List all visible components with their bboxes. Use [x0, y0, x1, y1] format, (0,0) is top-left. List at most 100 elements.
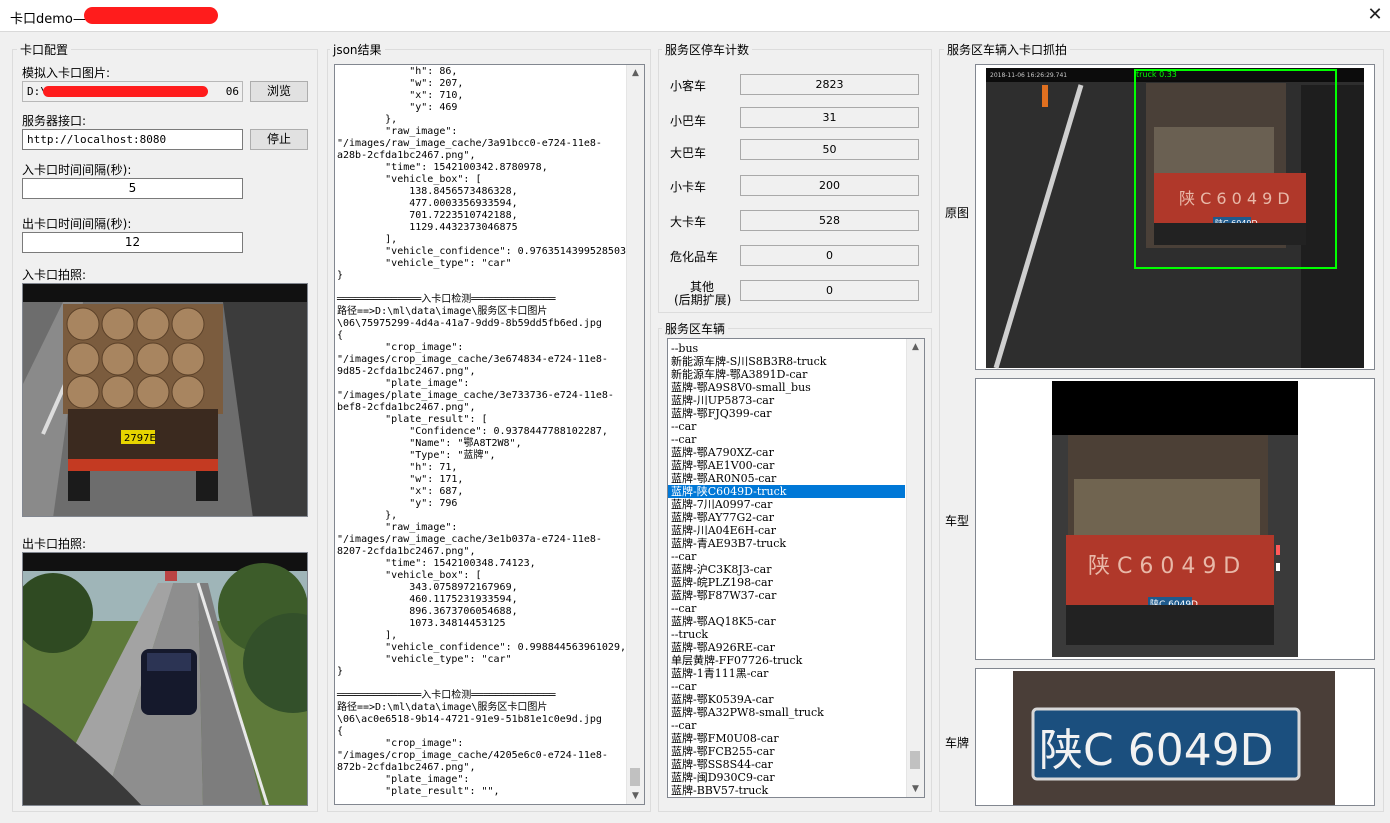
list-item[interactable]: 蓝牌-鄂F87W37-car: [668, 589, 924, 602]
list-item[interactable]: 单层黄牌-FF07726-truck: [668, 654, 924, 667]
list-item[interactable]: 蓝牌-鄂AY77G2-car: [668, 511, 924, 524]
list-item[interactable]: --car: [668, 433, 924, 446]
list-item[interactable]: 蓝牌-鄂FM0U08-car: [668, 732, 924, 745]
list-item[interactable]: --truck: [668, 628, 924, 641]
sim-image-label: 模拟入卡口图片:: [22, 66, 111, 80]
out-photo-label: 出卡口拍照:: [22, 537, 87, 551]
out-photo: [22, 552, 308, 806]
close-icon[interactable]: ✕: [1362, 2, 1388, 28]
stop-button[interactable]: 停止: [250, 129, 308, 150]
list-item[interactable]: --bus: [668, 342, 924, 355]
scroll-down-icon[interactable]: ▼: [907, 781, 924, 797]
parking-group-label: 服务区停车计数: [662, 41, 753, 58]
sim-image-tail: 06: [225, 85, 239, 98]
vehicle-crop-image: 陕 C 6 0 4 9 D 陕C 6049D: [975, 378, 1375, 660]
original-label: 原图: [945, 206, 970, 220]
count-small-car: 2823: [740, 74, 919, 95]
json-scroll-thumb[interactable]: [630, 768, 640, 786]
count-label-small-truck: 小卡车: [670, 180, 707, 194]
original-image: 2018-11-06 16:26:29.741 陕 C 6 0 4 9 D 陕C…: [975, 64, 1375, 370]
list-item[interactable]: 蓝牌-BBV57-truck: [668, 784, 924, 797]
list-item[interactable]: 蓝牌-鄂AQ18K5-car: [668, 615, 924, 628]
list-item[interactable]: 蓝牌-7川A0997-car: [668, 498, 924, 511]
count-label-other-note: (后期扩展): [674, 293, 732, 307]
list-item-selected[interactable]: 蓝牌-陕C6049D-truck: [668, 485, 905, 498]
plate-text: 陕C 6049D: [1039, 725, 1274, 776]
crop-cargo-text: 陕 C 6 0 4 9 D: [1088, 554, 1240, 579]
scroll-up-icon[interactable]: ▲: [627, 65, 644, 81]
capture-group-label: 服务区车辆入卡口抓拍: [944, 41, 1071, 58]
count-bus: 50: [740, 139, 919, 160]
json-group-label: json结果: [330, 41, 385, 58]
vehicles-group-label: 服务区车辆: [662, 320, 729, 337]
list-item[interactable]: 蓝牌-青AE93B7-truck: [668, 537, 924, 550]
vehicle-crop-svg: 陕 C 6 0 4 9 D 陕C 6049D: [976, 379, 1374, 659]
in-photo-plate: 2797E: [124, 433, 156, 444]
redaction-mark: [84, 7, 218, 24]
list-item[interactable]: 蓝牌-皖PLZ198-car: [668, 576, 924, 589]
list-item[interactable]: 新能源车牌-S川S8B3R8-truck: [668, 355, 924, 368]
plate-image: 陕C 6049D: [975, 668, 1375, 806]
list-item[interactable]: 新能源车牌-鄂A3891D-car: [668, 368, 924, 381]
list-item[interactable]: 蓝牌-沪C3K8J3-car: [668, 563, 924, 576]
count-small-truck: 200: [740, 175, 919, 196]
list-item[interactable]: --car: [668, 550, 924, 563]
list-item[interactable]: 蓝牌-鄂A926RE-car: [668, 641, 924, 654]
list-item[interactable]: --car: [668, 420, 924, 433]
list-item[interactable]: 蓝牌-鄂SS8S44-car: [668, 758, 924, 771]
list-item[interactable]: 蓝牌-川UP5873-car: [668, 394, 924, 407]
list-item[interactable]: 蓝牌-1青111黑-car: [668, 667, 924, 680]
in-interval-input[interactable]: 5: [22, 178, 243, 199]
count-label-minibus: 小巴车: [670, 114, 707, 128]
count-label-bus: 大巴车: [670, 146, 707, 160]
list-item[interactable]: 蓝牌-鄂FCB255-car: [668, 745, 924, 758]
list-item[interactable]: 蓝牌-鄂A9S8V0-small_bus: [668, 381, 924, 394]
scroll-up-icon[interactable]: ▲: [907, 339, 924, 355]
in-photo: 2797E: [22, 283, 308, 517]
list-item[interactable]: 蓝牌-闽D930C9-car: [668, 771, 924, 784]
list-item[interactable]: 蓝牌-鄂A790XZ-car: [668, 446, 924, 459]
count-label-big-truck: 大卡车: [670, 215, 707, 229]
count-minibus: 31: [740, 107, 919, 128]
count-label-hazmat: 危化品车: [670, 250, 719, 264]
sim-image-field[interactable]: D:\ 06: [22, 81, 243, 102]
count-big-truck: 528: [740, 210, 919, 231]
list-item[interactable]: 蓝牌-鄂FJQ399-car: [668, 407, 924, 420]
list-item[interactable]: 蓝牌-川A04E6H-car: [668, 524, 924, 537]
path-redaction: [43, 86, 208, 97]
list-item[interactable]: --car: [668, 602, 924, 615]
vehicle-scroll-thumb[interactable]: [910, 751, 920, 769]
list-item[interactable]: 蓝牌-鄂A32PW8-small_truck: [668, 706, 924, 719]
server-input[interactable]: http://localhost:8080: [22, 129, 243, 150]
in-interval-label: 入卡口时间间隔(秒):: [22, 163, 132, 177]
out-interval-label: 出卡口时间间隔(秒):: [22, 217, 132, 231]
list-item[interactable]: --car: [668, 719, 924, 732]
out-photo-image: [23, 553, 307, 805]
vehicle-list-scrollbar[interactable]: ▲ ▼: [906, 339, 924, 797]
in-photo-image: 2797E: [23, 284, 307, 516]
json-textbox[interactable]: "h": 86, "w": 207, "x": 710, "y": 469 },…: [334, 64, 645, 805]
count-hazmat: 0: [740, 245, 919, 266]
config-group-label: 卡口配置: [17, 41, 72, 58]
list-item[interactable]: 蓝牌-鄂AR0N05-car: [668, 472, 924, 485]
plate-label: 车牌: [945, 736, 970, 750]
list-item[interactable]: --car: [668, 680, 924, 693]
list-item[interactable]: 蓝牌-鄂AE1V00-car: [668, 459, 924, 472]
json-scrollbar[interactable]: ▲ ▼: [626, 65, 644, 804]
count-label-small-car: 小客车: [670, 79, 707, 93]
cargo-plate-text: 陕 C 6 0 4 9 D: [1179, 189, 1290, 208]
original-image-svg: 2018-11-06 16:26:29.741 陕 C 6 0 4 9 D 陕C…: [976, 65, 1374, 369]
camera-timestamp: 2018-11-06 16:26:29.741: [990, 72, 1067, 79]
in-photo-label: 入卡口拍照:: [22, 268, 87, 282]
vehicle-list[interactable]: --bus 新能源车牌-S川S8B3R8-truck 新能源车牌-鄂A3891D…: [667, 338, 925, 798]
json-text: "h": 86, "w": 207, "x": 710, "y": 469 },…: [337, 66, 633, 797]
count-other: 0: [740, 280, 919, 301]
scroll-down-icon[interactable]: ▼: [627, 788, 644, 804]
detect-tag: truck 0.33: [1136, 70, 1177, 79]
server-label: 服务器接口:: [22, 114, 87, 128]
vehicle-type-label: 车型: [945, 514, 970, 528]
browse-button[interactable]: 浏览: [250, 81, 308, 102]
list-item[interactable]: 蓝牌-鄂K0539A-car: [668, 693, 924, 706]
out-interval-input[interactable]: 12: [22, 232, 243, 253]
plate-image-svg: 陕C 6049D: [976, 669, 1374, 805]
